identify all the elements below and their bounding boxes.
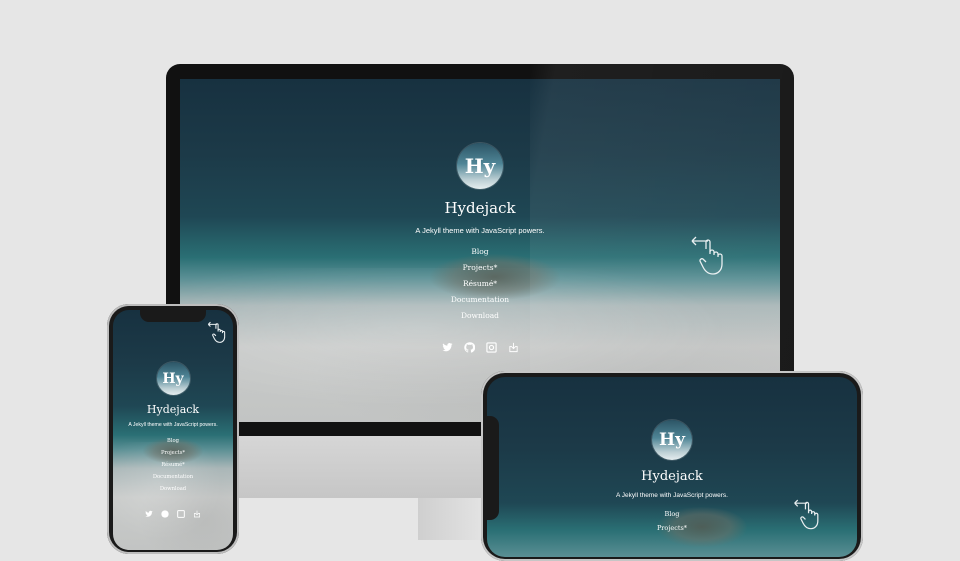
twitter-icon[interactable] xyxy=(441,340,453,352)
avatar[interactable]: Hy xyxy=(457,143,503,189)
tablet-notch xyxy=(486,416,499,520)
site-title[interactable]: Hydejack xyxy=(113,403,233,416)
nav-link-projects[interactable]: Projects* xyxy=(113,447,233,459)
github-icon[interactable] xyxy=(161,505,169,523)
github-icon[interactable] xyxy=(463,340,475,353)
swipe-left-hand-icon xyxy=(793,497,821,536)
site-tagline: A Jekyll theme with JavaScript powers. xyxy=(128,422,218,428)
social-links xyxy=(113,505,233,523)
phone-screen: Hy Hydejack A Jekyll theme with JavaScri… xyxy=(113,310,233,550)
avatar-text: Hy xyxy=(464,154,496,178)
nav-link-resume[interactable]: Résumé* xyxy=(113,459,233,471)
avatar-text: Hy xyxy=(659,430,685,450)
nav-link-download[interactable]: Download xyxy=(113,483,233,495)
email-icon[interactable] xyxy=(177,505,185,523)
swipe-left-hand-icon xyxy=(207,320,227,349)
avatar-text: Hy xyxy=(162,370,184,387)
nav-link-documentation[interactable]: Documentation xyxy=(113,471,233,483)
tablet-screen: Hy Hydejack A Jekyll theme with JavaScri… xyxy=(487,377,857,557)
sidebar-nav: Blog Projects* Résumé* Documentation Dow… xyxy=(113,435,233,495)
sidebar-content: Hy Hydejack A Jekyll theme with JavaScri… xyxy=(113,362,233,523)
twitter-icon[interactable] xyxy=(145,505,153,523)
email-icon[interactable] xyxy=(485,340,497,353)
nav-link-blog[interactable]: Blog xyxy=(113,435,233,447)
avatar[interactable]: Hy xyxy=(652,420,692,460)
site-title[interactable]: Hydejack xyxy=(487,469,857,484)
avatar[interactable]: Hy xyxy=(156,362,190,395)
download-icon[interactable] xyxy=(508,340,519,353)
phone-notch xyxy=(140,309,206,322)
download-icon[interactable] xyxy=(193,505,201,523)
